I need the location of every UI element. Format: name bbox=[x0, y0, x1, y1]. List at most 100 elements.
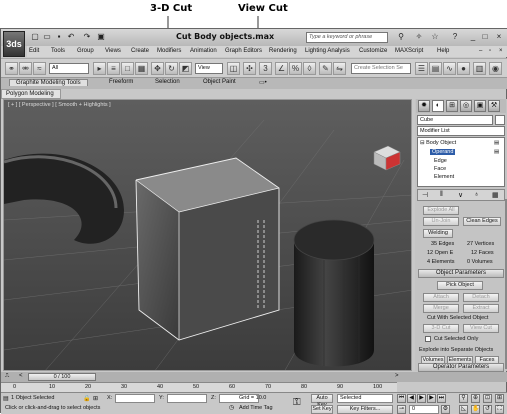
create-tab-icon[interactable]: ✹ bbox=[418, 100, 430, 112]
menu-views[interactable]: Views bbox=[105, 48, 121, 54]
unlink-icon[interactable]: ⚮ bbox=[19, 62, 32, 75]
doc-close-icon[interactable]: × bbox=[499, 48, 503, 54]
doc-restore-icon[interactable]: ▫ bbox=[489, 48, 491, 54]
menu-rendering[interactable]: Rendering bbox=[269, 48, 297, 54]
prev-key-icon[interactable]: ◀ bbox=[407, 394, 416, 403]
remove-modifier-icon[interactable]: ♁ bbox=[474, 191, 479, 198]
3d-cut-button[interactable]: 3-D Cut bbox=[423, 324, 459, 333]
goto-start-icon[interactable]: ⏮ bbox=[397, 394, 406, 403]
rotate-icon[interactable]: ↻ bbox=[165, 62, 178, 75]
menu-tools[interactable]: Tools bbox=[51, 48, 65, 54]
save-icon[interactable]: ▪ bbox=[53, 31, 65, 43]
add-time-tag[interactable]: Add Time Tag bbox=[239, 405, 273, 411]
reference-coord-dropdown[interactable]: View bbox=[195, 63, 223, 74]
app-logo[interactable]: 3ds bbox=[3, 31, 25, 57]
stack-item-face[interactable]: Face bbox=[434, 166, 446, 172]
stack-item-edge[interactable]: Edge bbox=[434, 158, 447, 164]
binoculars-icon[interactable]: ⚲ bbox=[395, 31, 407, 43]
stack-item-element[interactable]: Element bbox=[434, 174, 454, 180]
stack-lock2-icon[interactable]: ▤ bbox=[494, 149, 499, 155]
mirror-icon[interactable]: ⇋ bbox=[333, 62, 346, 75]
tab-graphite-modeling-tools[interactable]: Graphite Modeling Tools bbox=[9, 79, 88, 86]
close-icon[interactable]: × bbox=[493, 31, 505, 43]
new-file-icon[interactable]: ▢ bbox=[29, 31, 41, 43]
menu-create[interactable]: Create bbox=[131, 48, 149, 54]
extract-button[interactable]: Extract bbox=[463, 304, 499, 313]
configure-sets-icon[interactable]: ▦ bbox=[492, 191, 499, 199]
help-icon[interactable]: ? bbox=[449, 31, 461, 43]
menu-maxscript[interactable]: MAXScript bbox=[395, 48, 423, 54]
motion-tab-icon[interactable]: ◎ bbox=[460, 100, 472, 112]
redo-icon[interactable]: ↷ bbox=[81, 31, 93, 43]
window-crossing-icon[interactable]: ▦ bbox=[135, 62, 148, 75]
stack-item-operand[interactable]: Operand bbox=[430, 149, 456, 155]
edit-named-sel-icon[interactable]: ✎ bbox=[319, 62, 332, 75]
lock-selection-icon[interactable]: 🔒 bbox=[83, 395, 90, 402]
stack-lock-icon[interactable]: ▤ bbox=[494, 140, 499, 146]
menu-customize[interactable]: Customize bbox=[359, 48, 387, 54]
prev-frame-icon[interactable]: < bbox=[19, 373, 23, 379]
unjoin-button[interactable]: Un-Join bbox=[423, 217, 459, 226]
percent-snap-icon[interactable]: % bbox=[289, 62, 302, 75]
menu-lighting-analysis[interactable]: Lighting Analysis bbox=[305, 48, 350, 54]
angle-snap-icon[interactable]: ∠ bbox=[275, 62, 288, 75]
object-color-swatch[interactable] bbox=[495, 115, 505, 125]
select-manipulate-icon[interactable]: ✣ bbox=[243, 62, 256, 75]
menu-animation[interactable]: Animation bbox=[190, 48, 217, 54]
graphite-toggle-icon[interactable]: ▤ bbox=[429, 62, 442, 75]
pivot-center-icon[interactable]: ◫ bbox=[227, 62, 240, 75]
auto-key-button[interactable]: Auto Key bbox=[311, 394, 333, 408]
cut-selected-only-checkbox[interactable] bbox=[425, 336, 431, 342]
x-coord-field[interactable] bbox=[115, 394, 155, 403]
rect-selection-icon[interactable]: □ bbox=[121, 62, 134, 75]
goto-end-icon[interactable]: ⏭ bbox=[437, 394, 446, 403]
welding-button[interactable]: Welding bbox=[423, 229, 453, 238]
favorites-icon[interactable]: ☆ bbox=[429, 31, 441, 43]
search-input[interactable]: Type a keyword or phrase bbox=[306, 32, 388, 43]
perspective-viewport[interactable]: [ + ] [ Perspective ] [ Smooth + Highlig… bbox=[3, 99, 412, 371]
layer-manager-icon[interactable]: ☰ bbox=[415, 62, 428, 75]
material-editor-icon[interactable]: ● bbox=[457, 62, 470, 75]
undo-icon[interactable]: ↶ bbox=[65, 31, 77, 43]
play-icon[interactable]: ▶ bbox=[417, 394, 426, 403]
operator-parameters-rollout[interactable]: Operator Parameters bbox=[418, 363, 504, 372]
maximize-icon[interactable]: □ bbox=[479, 31, 491, 43]
project-folder-icon[interactable]: ▣ bbox=[95, 31, 107, 43]
clean-edges-button[interactable]: Clean Edges bbox=[463, 217, 501, 226]
spinner-snap-icon[interactable]: ◊ bbox=[303, 62, 316, 75]
link-icon[interactable]: ⚭ bbox=[5, 62, 18, 75]
render-setup-icon[interactable]: ▥ bbox=[473, 62, 486, 75]
view-cut-button[interactable]: View Cut bbox=[463, 324, 499, 333]
next-frame-icon[interactable]: > bbox=[395, 373, 399, 379]
modifier-list-dropdown[interactable]: Modifier List bbox=[417, 126, 505, 136]
zoom-icon[interactable]: ⚲ bbox=[459, 394, 468, 403]
minimize-icon[interactable]: _ bbox=[467, 31, 479, 43]
menu-modifiers[interactable]: Modifiers bbox=[157, 48, 181, 54]
make-unique-icon[interactable]: ∨ bbox=[458, 191, 463, 199]
open-file-icon[interactable]: ▭ bbox=[41, 31, 53, 43]
tab-selection[interactable]: Selection bbox=[155, 79, 180, 85]
pin-stack-icon[interactable]: ⊣ bbox=[422, 191, 428, 199]
menu-help[interactable]: Help bbox=[437, 48, 449, 54]
show-end-result-icon[interactable]: ‖ bbox=[440, 191, 443, 198]
absolute-mode-icon[interactable]: ⊞ bbox=[93, 395, 98, 402]
select-object-icon[interactable]: ▸ bbox=[93, 62, 106, 75]
scale-icon[interactable]: ◩ bbox=[179, 62, 192, 75]
menu-graph-editors[interactable]: Graph Editors bbox=[225, 48, 262, 54]
object-parameters-rollout[interactable]: Object Parameters bbox=[418, 269, 504, 278]
maxscript-listener-icon[interactable]: ▤ bbox=[3, 395, 9, 402]
detach-button[interactable]: Detach bbox=[463, 293, 499, 302]
key-mode-dropdown[interactable]: Selected bbox=[337, 394, 393, 403]
key-icon[interactable]: ⚿ bbox=[293, 397, 301, 408]
subscription-icon[interactable]: ✧ bbox=[413, 31, 425, 43]
pick-object-button[interactable]: Pick Object bbox=[437, 281, 483, 290]
curve-editor-icon[interactable]: ∿ bbox=[443, 62, 456, 75]
tab-freeform[interactable]: Freeform bbox=[109, 79, 133, 85]
merge-button[interactable]: Merge bbox=[423, 304, 459, 313]
attach-button[interactable]: Attach bbox=[423, 293, 459, 302]
menu-edit[interactable]: Edit bbox=[29, 48, 39, 54]
doc-minimize-icon[interactable]: – bbox=[479, 48, 482, 54]
stack-item-body-object[interactable]: ⊟ Body Object bbox=[420, 140, 456, 146]
panel-polygon-modeling[interactable]: Polygon Modeling bbox=[1, 89, 61, 99]
menu-group[interactable]: Group bbox=[77, 48, 94, 54]
